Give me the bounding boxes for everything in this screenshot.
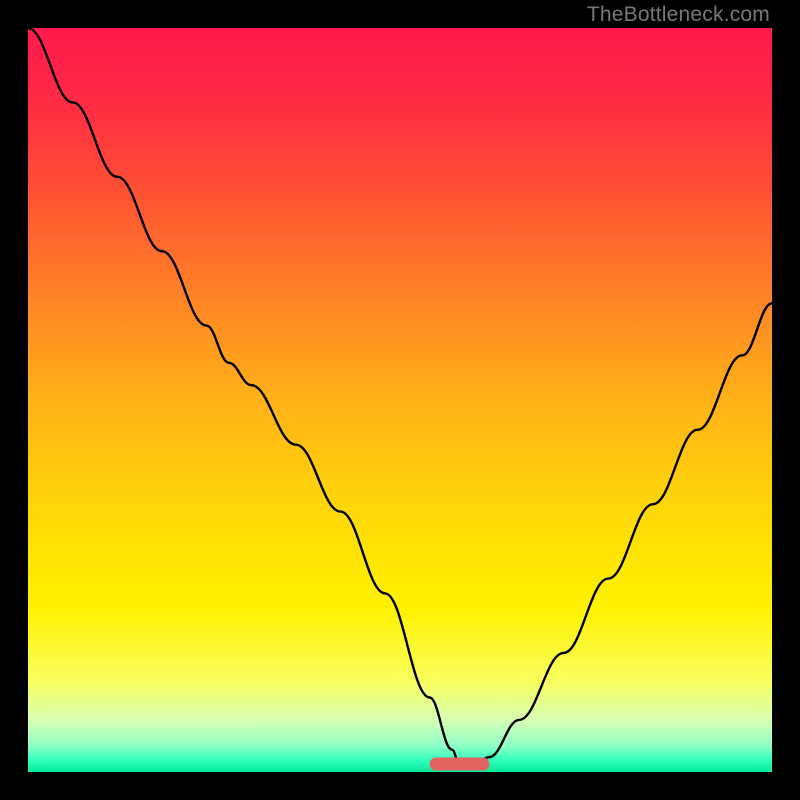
optimal-marker [430, 758, 490, 771]
curve-layer [28, 28, 772, 772]
watermark-text: TheBottleneck.com [587, 3, 770, 27]
chart-frame: TheBottleneck.com [0, 0, 800, 800]
plot-area [28, 28, 772, 772]
bottleneck-curve [28, 28, 772, 765]
